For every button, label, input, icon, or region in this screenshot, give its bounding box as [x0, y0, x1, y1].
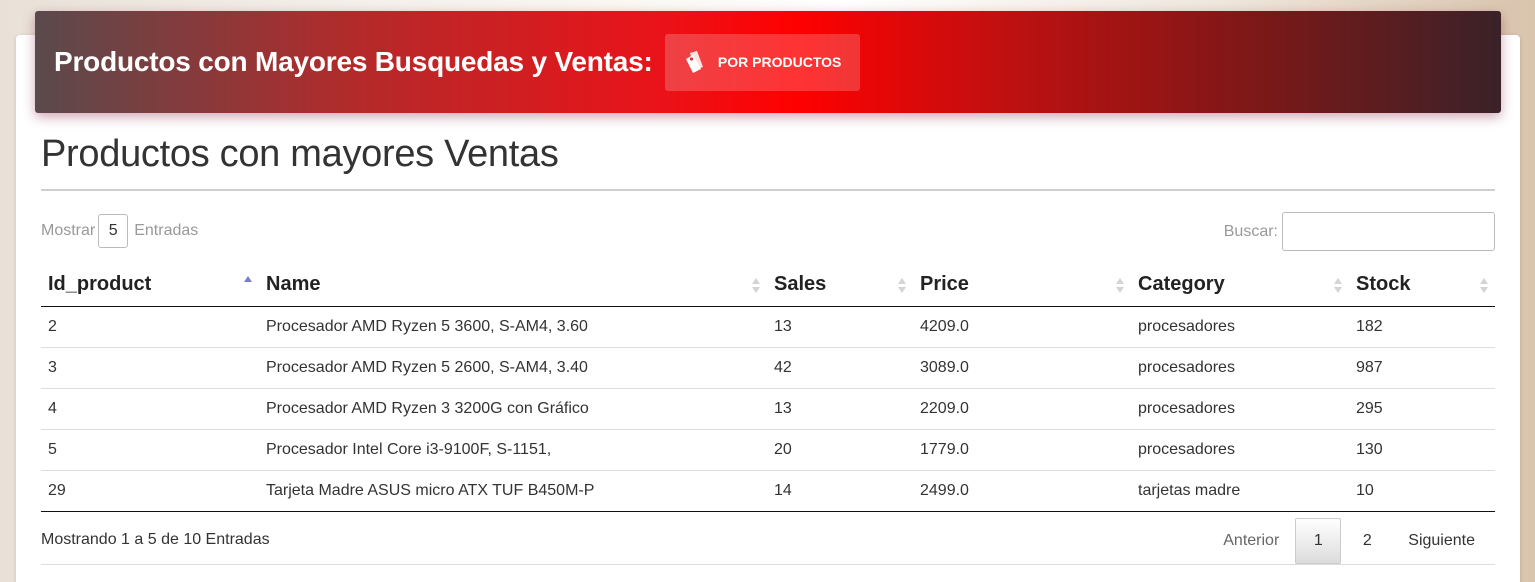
products-table: Id_product Name Sales Price Category Sto… [41, 264, 1495, 512]
column-header-label: Category [1138, 273, 1225, 296]
section-title: Productos con mayores Ventas [41, 133, 559, 175]
next-page-button[interactable]: Siguiente [1393, 518, 1490, 564]
sort-icon [1115, 275, 1125, 295]
cell-price: 4209.0 [913, 306, 1131, 348]
search-input[interactable] [1282, 212, 1495, 251]
column-header-label: Name [266, 273, 321, 296]
pagination: Anterior 1 2 Siguiente [1207, 518, 1490, 564]
table-row: 3 Procesador AMD Ryzen 5 2600, S-AM4, 3.… [41, 347, 1495, 389]
por-productos-button[interactable]: POR PRODUCTOS [664, 33, 860, 91]
cell-sales: 42 [767, 347, 913, 389]
table-row: 29 Tarjeta Madre ASUS micro ATX TUF B450… [41, 470, 1495, 512]
cell-id-product: 4 [41, 388, 259, 430]
footer-divider [41, 564, 1495, 565]
cell-sales: 20 [767, 429, 913, 471]
cell-id-product: 29 [41, 470, 259, 512]
cell-price: 3089.0 [913, 347, 1131, 389]
cell-name: Procesador AMD Ryzen 3 3200G con Gráfico [259, 388, 767, 430]
entries-length-control: Mostrar 5 Entradas [41, 212, 198, 249]
sort-icon [751, 275, 761, 295]
column-header-sales[interactable]: Sales [767, 264, 913, 307]
header-title: Productos con Mayores Busquedas y Ventas… [54, 46, 653, 77]
cell-price: 2209.0 [913, 388, 1131, 430]
cell-name: Tarjeta Madre ASUS micro ATX TUF B450M-P [259, 470, 767, 512]
cell-sales: 13 [767, 388, 913, 430]
cell-category: procesadores [1131, 429, 1349, 471]
show-label: Mostrar [41, 221, 96, 239]
search-control: Buscar: [1224, 212, 1495, 251]
search-label: Buscar: [1223, 222, 1278, 240]
sort-icon [897, 275, 907, 295]
cell-category: procesadores [1131, 388, 1349, 430]
column-header-name[interactable]: Name [259, 264, 767, 307]
sort-icon [1479, 275, 1489, 295]
table-row: 2 Procesador AMD Ryzen 5 3600, S-AM4, 3.… [41, 306, 1495, 348]
column-header-stock[interactable]: Stock [1349, 264, 1495, 307]
cell-sales: 14 [767, 470, 913, 512]
cell-category: procesadores [1131, 306, 1349, 348]
table-row: 5 Procesador Intel Core i3-9100F, S-1151… [41, 429, 1495, 471]
cell-id-product: 2 [41, 306, 259, 348]
column-header-id-product[interactable]: Id_product [41, 264, 259, 307]
page-2-button[interactable]: 2 [1341, 518, 1393, 564]
previous-page-button[interactable]: Anterior [1207, 518, 1295, 564]
cell-category: tarjetas madre [1131, 470, 1349, 512]
sort-asc-icon [243, 275, 253, 295]
cell-name: Procesador AMD Ryzen 5 2600, S-AM4, 3.40 [259, 347, 767, 389]
table-info: Mostrando 1 a 5 de 10 Entradas [41, 531, 270, 548]
cell-id-product: 5 [41, 429, 259, 471]
column-header-label: Price [920, 273, 969, 296]
column-header-category[interactable]: Category [1131, 264, 1349, 307]
cell-id-product: 3 [41, 347, 259, 389]
sort-icon [1333, 275, 1343, 295]
page-1-button[interactable]: 1 [1295, 518, 1342, 564]
table-row: 4 Procesador AMD Ryzen 3 3200G con Gráfi… [41, 388, 1495, 430]
cell-name: Procesador Intel Core i3-9100F, S-1151, [259, 429, 767, 471]
tags-icon [683, 50, 709, 74]
cell-price: 2499.0 [913, 470, 1131, 512]
column-header-price[interactable]: Price [913, 264, 1131, 307]
table-header-row: Id_product Name Sales Price Category Sto… [41, 264, 1495, 307]
title-divider [41, 189, 1495, 191]
cell-stock: 182 [1349, 306, 1495, 348]
cell-stock: 295 [1349, 388, 1495, 430]
cell-category: procesadores [1131, 347, 1349, 389]
cell-stock: 130 [1349, 429, 1495, 471]
cell-name: Procesador AMD Ryzen 5 3600, S-AM4, 3.60 [259, 306, 767, 348]
cell-stock: 10 [1349, 470, 1495, 512]
por-productos-label: POR PRODUCTOS [717, 54, 842, 70]
column-header-label: Sales [774, 273, 827, 296]
column-header-label: Id_product [48, 273, 152, 296]
card-header: Productos con Mayores Busquedas y Ventas… [35, 11, 1501, 113]
entries-length-select[interactable]: 5 [98, 213, 129, 248]
cell-stock: 987 [1349, 347, 1495, 389]
cell-sales: 13 [767, 306, 913, 348]
column-header-label: Stock [1356, 273, 1411, 296]
cell-price: 1779.0 [913, 429, 1131, 471]
entries-label: Entradas [134, 221, 199, 239]
